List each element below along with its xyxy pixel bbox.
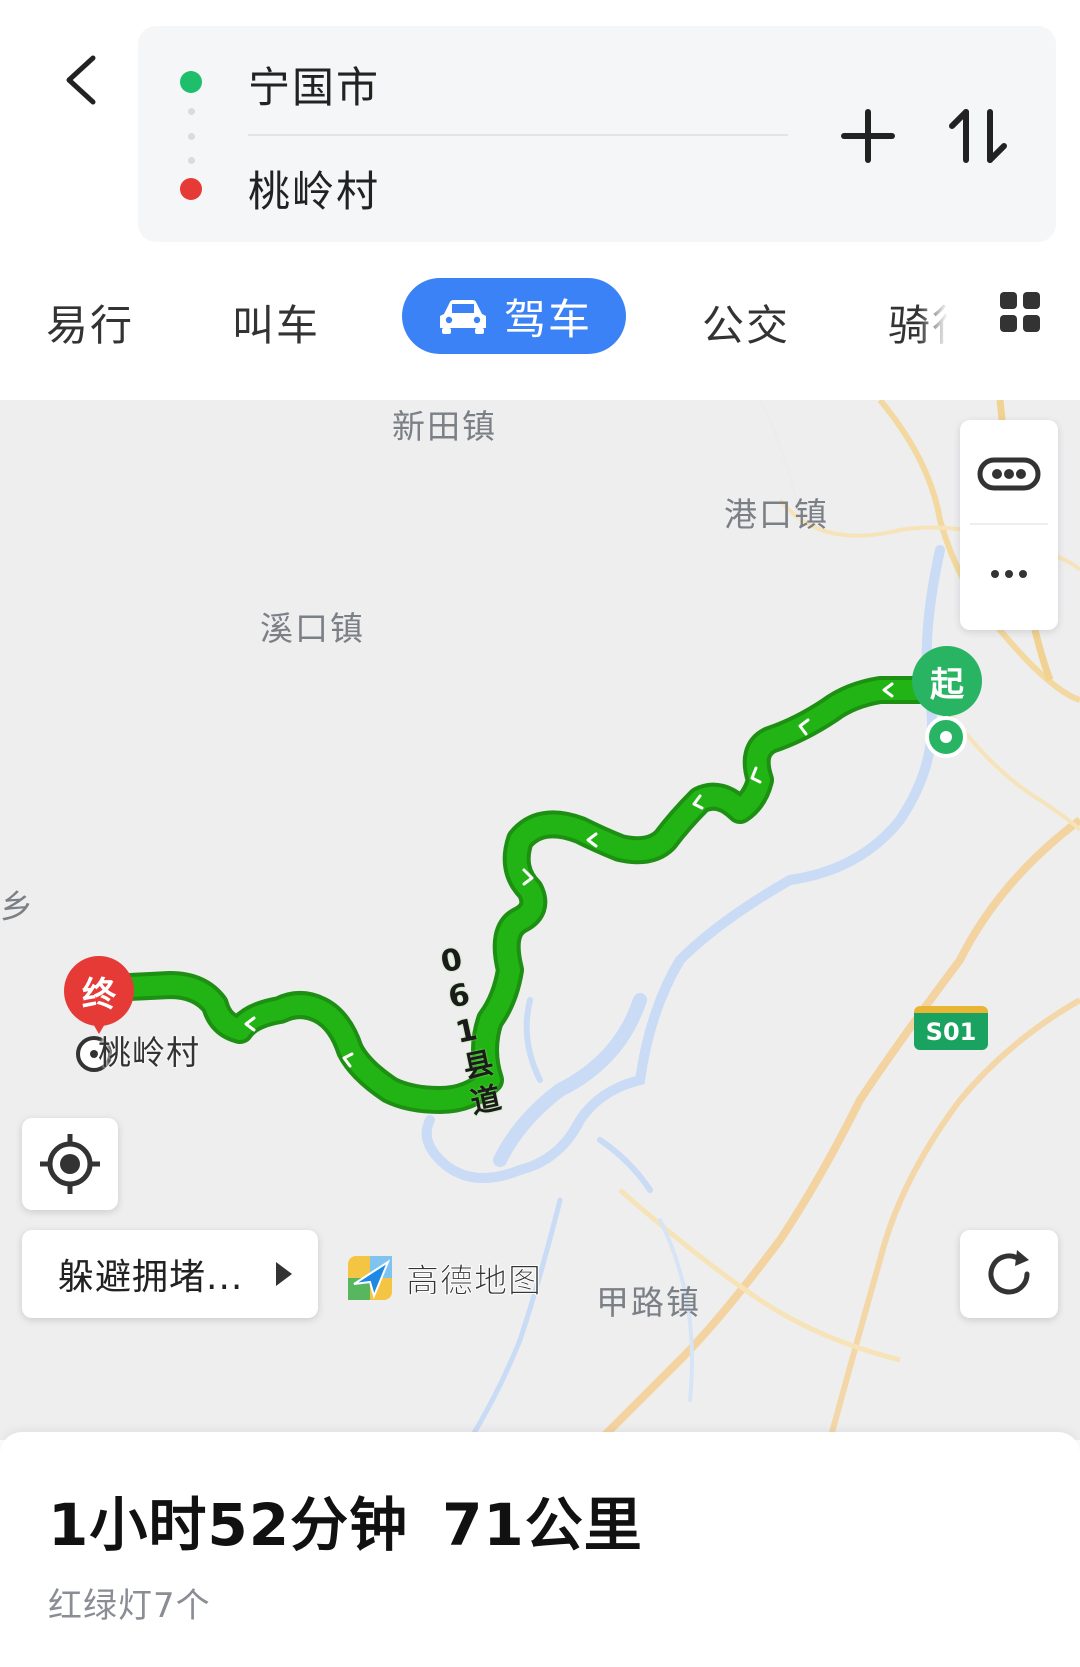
amap-logo-icon [348, 1256, 392, 1300]
traffic-lights-count: 红绿灯7个 [48, 1586, 211, 1626]
place-label-xiang: 乡 [0, 887, 35, 926]
map-tool-panel [960, 420, 1058, 630]
swap-vertical-icon [949, 109, 1007, 163]
back-chevron-icon [66, 55, 96, 105]
panel-divider [970, 523, 1048, 525]
map-view[interactable]: 新田镇 港口镇 溪口镇 乡 乐乡 甲路镇 S01 061县道 起 终 桃岭村 [0, 400, 1080, 1440]
card-divider [248, 134, 788, 136]
route-duration: 1小时52分钟 [48, 1491, 409, 1559]
car-icon [439, 300, 486, 334]
tab-driving-label: 驾车 [503, 294, 592, 344]
tab-jiaoche[interactable]: 叫车 [232, 292, 320, 353]
refresh-icon [988, 1250, 1030, 1295]
end-dot [180, 178, 202, 200]
traffic-button[interactable] [974, 448, 1044, 498]
start-location-field[interactable]: 宁国市 [248, 54, 380, 115]
avoid-congestion-label: 躲避拥堵... [58, 1257, 244, 1298]
header: 宁国市 桃岭村 易行 叫车 驾车 公交 骑 [0, 0, 1080, 400]
route-summary: 1小时52分钟 71公里 [48, 1478, 643, 1562]
place-label-xikou: 溪口镇 [260, 609, 365, 648]
play-arrow-icon [276, 1262, 292, 1286]
add-waypoint-button[interactable] [828, 96, 908, 176]
end-location-field[interactable]: 桃岭村 [248, 158, 380, 219]
route-summary-panel[interactable]: 1小时52分钟 71公里 红绿灯7个 [0, 1432, 1080, 1667]
plus-icon [841, 109, 895, 163]
locate-button[interactable] [22, 1118, 118, 1210]
route-card: 宁国市 桃岭村 [138, 26, 1056, 242]
start-point [925, 716, 967, 758]
place-label-gangkou: 港口镇 [724, 495, 829, 534]
tab-bus[interactable]: 公交 [702, 292, 790, 353]
tab-ride[interactable]: 骑行 [888, 292, 948, 353]
tab-yixing[interactable]: 易行 [46, 292, 134, 353]
highway-badge: S01 [914, 1006, 988, 1050]
transport-tabs: 易行 叫车 驾车 公交 骑行 [0, 278, 1080, 378]
tab-driving[interactable]: 驾车 [402, 278, 626, 354]
more-dots-icon [991, 570, 1027, 578]
route-planning-screen: 宁国市 桃岭村 易行 叫车 驾车 公交 骑 新田镇 港口镇 溪口镇 乡 甲路镇 … [0, 0, 1080, 1667]
back-button[interactable] [30, 30, 130, 130]
traffic-icon [977, 457, 1041, 491]
grid-icon [1000, 292, 1040, 332]
connector-dots [187, 108, 195, 164]
amap-logo: 高德地图 [344, 1252, 542, 1304]
start-dot [180, 71, 202, 93]
place-label-jialu: 甲路镇 [596, 1283, 701, 1322]
place-label-xintian: 新田镇 [392, 407, 497, 446]
avoid-congestion-button[interactable]: 躲避拥堵... [22, 1230, 318, 1318]
more-modes-button[interactable] [998, 290, 1042, 334]
refresh-button[interactable] [960, 1230, 1058, 1318]
route-distance: 71公里 [442, 1491, 643, 1559]
locate-icon [40, 1134, 100, 1194]
swap-route-button[interactable] [938, 96, 1018, 176]
end-place-label: 桃岭村 [98, 1033, 200, 1072]
amap-logo-text: 高德地图 [406, 1261, 542, 1301]
more-options-button[interactable] [974, 548, 1044, 598]
start-marker[interactable]: 起 [912, 646, 982, 726]
